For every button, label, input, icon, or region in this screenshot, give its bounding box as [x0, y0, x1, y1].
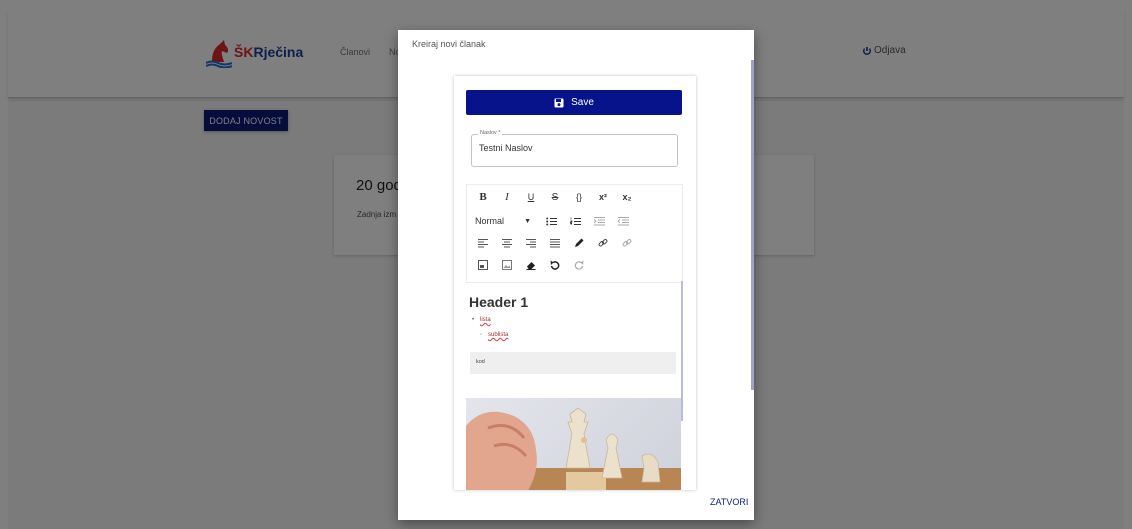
- format-select-value: Normal: [475, 216, 505, 226]
- align-justify-icon[interactable]: [547, 235, 563, 251]
- save-button[interactable]: Save: [466, 90, 682, 115]
- redo-icon[interactable]: [571, 257, 587, 273]
- list-bullet: •: [472, 317, 475, 323]
- code-icon[interactable]: {}: [571, 189, 587, 205]
- caret-down-icon: ▼: [524, 217, 531, 225]
- editor-sublist-item: sublista: [488, 332, 509, 338]
- format-select[interactable]: Normal ▼: [475, 213, 531, 229]
- editor-code-block: kod: [470, 352, 676, 374]
- floppy-disk-icon: [554, 98, 564, 107]
- underline-icon[interactable]: U: [523, 189, 539, 205]
- align-left-icon[interactable]: [475, 235, 491, 251]
- bold-icon[interactable]: B: [475, 189, 491, 205]
- pencil-icon[interactable]: [571, 235, 587, 251]
- title-input[interactable]: [479, 143, 669, 153]
- align-right-icon[interactable]: [523, 235, 539, 251]
- article-form: Save Naslov * B I U S {} x² x₂ Normal ▼: [454, 76, 696, 490]
- embed-icon[interactable]: [475, 257, 491, 273]
- italic-icon[interactable]: I: [499, 189, 515, 205]
- editor-list-item: lista: [480, 317, 491, 323]
- editor-heading: Header 1: [469, 294, 529, 310]
- sublist-bullet: ◦: [480, 332, 483, 338]
- title-field-label: Naslov *: [478, 130, 503, 136]
- chess-photo-illustration: [466, 407, 681, 490]
- eraser-icon[interactable]: [523, 257, 539, 273]
- save-button-label: Save: [571, 97, 594, 108]
- indent-increase-icon[interactable]: [591, 213, 607, 229]
- align-center-icon[interactable]: [499, 235, 515, 251]
- bulleted-list-icon[interactable]: [543, 213, 559, 229]
- strikethrough-icon[interactable]: S: [547, 189, 563, 205]
- indent-decrease-icon[interactable]: [615, 213, 631, 229]
- undo-icon[interactable]: [547, 257, 563, 273]
- editor-toolbar: B I U S {} x² x₂ Normal ▼: [466, 184, 683, 283]
- numbered-list-icon[interactable]: [567, 213, 583, 229]
- chess-photo: [466, 398, 681, 490]
- link-icon[interactable]: [595, 235, 611, 251]
- title-field[interactable]: Naslov *: [471, 130, 678, 167]
- subscript-icon[interactable]: x₂: [619, 189, 635, 205]
- unlink-icon[interactable]: [619, 235, 635, 251]
- dialog-title: Kreiraj novi članak: [412, 39, 486, 49]
- image-icon[interactable]: [499, 257, 515, 273]
- create-article-dialog: Kreiraj novi članak Save Naslov * B I U …: [398, 30, 754, 520]
- dialog-scrollbar[interactable]: [751, 60, 754, 390]
- superscript-icon[interactable]: x²: [595, 189, 611, 205]
- code-block-text: kod: [476, 359, 485, 365]
- close-button[interactable]: ZATVORI: [710, 497, 748, 507]
